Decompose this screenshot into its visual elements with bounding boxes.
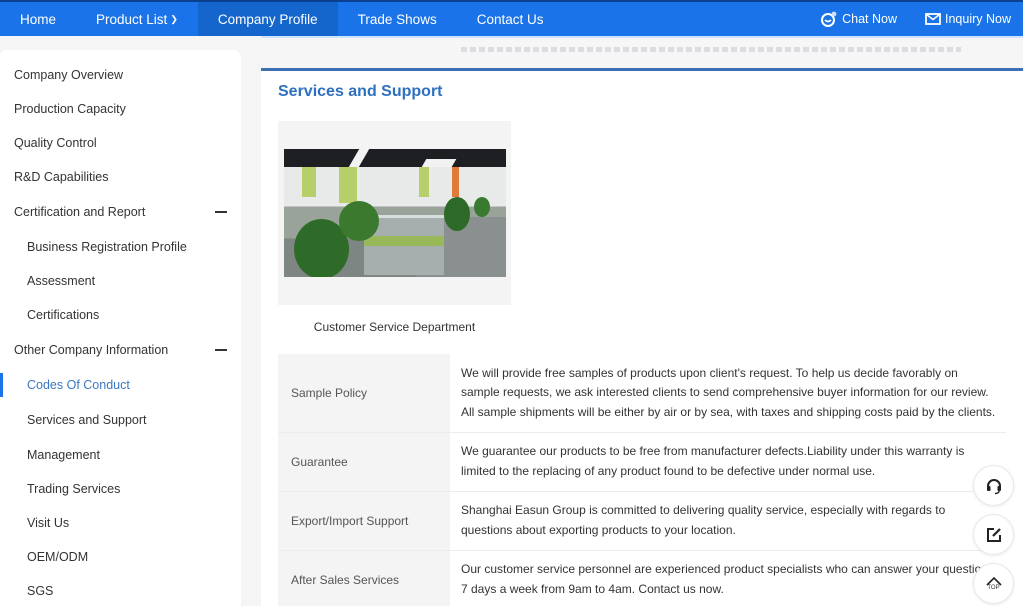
sidebar-item-label: Certification and Report	[14, 205, 146, 219]
nav-trade-shows[interactable]: Trade Shows	[338, 2, 457, 36]
sidebar-item-label: R&D Capabilities	[14, 170, 109, 184]
section-divider	[261, 68, 1023, 71]
table-row: Guarantee We guarantee our products to b…	[278, 432, 1006, 492]
nav-company-profile[interactable]: Company Profile	[197, 2, 338, 36]
sidebar-item-business-registration-profile[interactable]: Business Registration Profile	[0, 232, 241, 262]
row-label: Export/Import Support	[278, 491, 450, 551]
row-value: We will provide free samples of products…	[450, 354, 1006, 433]
sidebar-item-label: Assessment	[27, 274, 96, 288]
sidebar-item-label: Company Overview	[14, 68, 124, 82]
sidebar-item-codes-of-conduct[interactable]: Codes Of Conduct	[0, 370, 241, 400]
sidebar-item-certifications[interactable]: Certifications	[0, 300, 241, 330]
row-value: Shanghai Easun Group is committed to del…	[450, 491, 1006, 551]
photo-caption: Customer Service Department	[313, 320, 476, 334]
inquiry-now-button[interactable]: Inquiry Now	[911, 12, 1023, 26]
nav-contact-us[interactable]: Contact Us	[457, 2, 564, 36]
sidebar-item-assessment[interactable]: Assessment	[0, 266, 241, 296]
sidebar-item-label: Codes Of Conduct	[27, 378, 130, 392]
sidebar-item-label: SGS	[27, 584, 54, 598]
sidebar-item-label: Business Registration Profile	[27, 240, 187, 254]
sidebar: Company Overview Production Capacity Qua…	[0, 50, 241, 606]
row-label: Guarantee	[278, 432, 450, 492]
chat-icon	[821, 11, 837, 27]
nav-trade-shows-label: Trade Shows	[357, 11, 437, 27]
sidebar-item-label: Services and Support	[27, 413, 147, 427]
sidebar-item-trading-services[interactable]: Trading Services	[0, 474, 241, 504]
sidebar-item-label: Other Company Information	[14, 343, 169, 357]
table-row: After Sales Services Our customer servic…	[278, 550, 1006, 606]
chat-now-label: Chat Now	[842, 12, 897, 26]
sidebar-item-certification-and-report[interactable]: Certification and Report	[0, 197, 241, 227]
table-row: Sample Policy We will provide free sampl…	[278, 354, 1006, 433]
office-photo[interactable]	[284, 149, 506, 277]
sidebar-item-label: OEM/ODM	[27, 550, 89, 564]
collapse-icon[interactable]	[215, 349, 227, 351]
chat-now-button[interactable]: Chat Now	[806, 11, 911, 27]
row-value: We guarantee our products to be free fro…	[450, 432, 1006, 492]
sidebar-item-management[interactable]: Management	[0, 440, 241, 470]
nav-product-list-label: Product List	[96, 11, 168, 27]
sidebar-item-sgs[interactable]: SGS	[0, 576, 241, 606]
row-label: Sample Policy	[278, 354, 450, 433]
sidebar-item-oem-odm[interactable]: OEM/ODM	[0, 542, 241, 572]
nav-home[interactable]: Home	[0, 2, 76, 36]
chevron-down-icon: ❯	[170, 13, 178, 24]
nav-home-label: Home	[20, 11, 57, 27]
customer-support-button[interactable]	[973, 465, 1014, 506]
section-title: Services and Support	[278, 83, 443, 100]
collapse-icon[interactable]	[215, 211, 227, 213]
sidebar-item-label: Production Capacity	[14, 102, 126, 116]
services-table: Sample Policy We will provide free sampl…	[278, 354, 1006, 606]
nav-product-list[interactable]: Product List ❯	[76, 2, 198, 36]
main-content: Services and Support Customer Service De…	[261, 36, 1023, 606]
sidebar-item-services-and-support[interactable]: Services and Support	[0, 405, 241, 435]
nav-contact-us-label: Contact Us	[476, 11, 544, 27]
back-to-top-button[interactable]: TOP	[973, 563, 1014, 604]
top-navigation: Home Product List ❯ Company Profile Trade…	[0, 0, 1023, 36]
sidebar-item-other-company-information[interactable]: Other Company Information	[0, 335, 241, 365]
nav-company-profile-label: Company Profile	[217, 11, 318, 27]
sidebar-item-company-overview[interactable]: Company Overview	[0, 60, 241, 90]
mail-icon	[925, 13, 941, 25]
sidebar-item-label: Trading Services	[27, 482, 121, 496]
row-value: Our customer service personnel are exper…	[450, 550, 1006, 606]
sidebar-item-label: Quality Control	[14, 136, 97, 150]
feedback-button[interactable]	[973, 514, 1014, 555]
nav-actions: Chat Now Inquiry Now	[806, 2, 1023, 36]
table-row: Export/Import Support Shanghai Easun Gro…	[278, 491, 1006, 551]
sidebar-item-label: Visit Us	[27, 516, 70, 530]
inquiry-now-label: Inquiry Now	[945, 12, 1011, 26]
previous-section-remnant	[261, 36, 1023, 68]
truncated-text	[461, 47, 961, 52]
edit-icon	[986, 527, 1001, 542]
top-label: TOP	[987, 584, 1000, 591]
sidebar-item-production-capacity[interactable]: Production Capacity	[0, 94, 241, 124]
sidebar-item-label: Management	[27, 448, 100, 462]
headset-icon	[986, 478, 1001, 494]
sidebar-item-rd-capabilities[interactable]: R&D Capabilities	[0, 162, 241, 192]
row-label: After Sales Services	[278, 550, 450, 606]
sidebar-item-visit-us[interactable]: Visit Us	[0, 508, 241, 538]
photo-card	[278, 121, 511, 305]
sidebar-item-quality-control[interactable]: Quality Control	[0, 128, 241, 158]
sidebar-item-label: Certifications	[27, 308, 100, 322]
